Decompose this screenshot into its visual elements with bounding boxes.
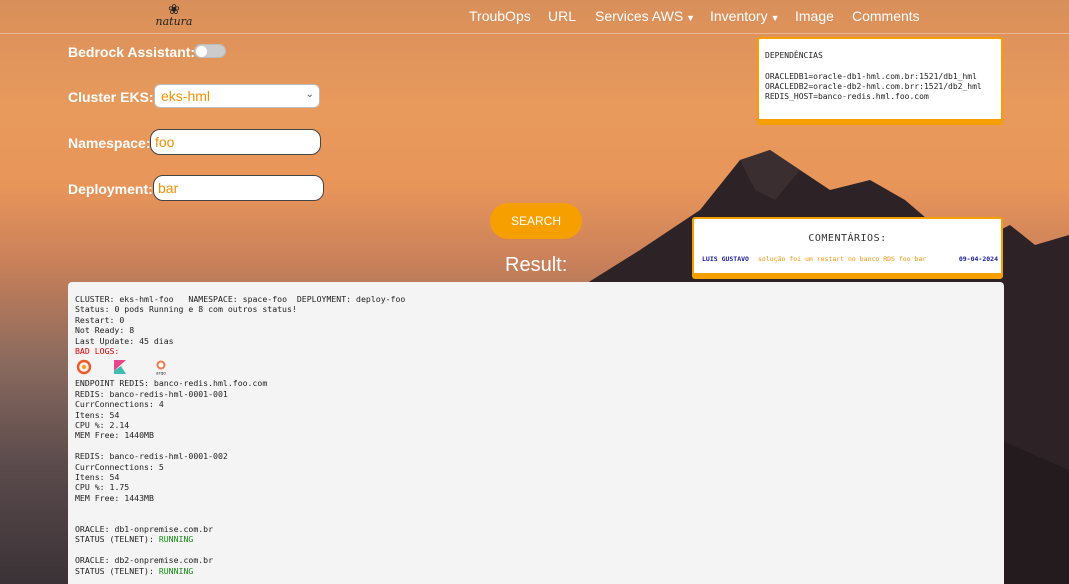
dependencies-title: DEPENDÊNCIAS — [765, 51, 823, 60]
restart-line: Restart: 0 — [75, 314, 125, 325]
svg-text:argo: argo — [156, 371, 166, 376]
chevron-down-icon: ⌄ — [305, 89, 314, 100]
last-update-line: Last Update: 45 dias — [75, 335, 174, 346]
search-button[interactable]: SEARCH — [490, 203, 582, 239]
status-line: Status: 0 pods Running e 8 com outros st… — [75, 304, 297, 315]
nav-item-url[interactable]: URL — [548, 8, 576, 24]
bedrock-label: Bedrock Assistant: — [68, 44, 196, 60]
caret-down-icon: ▼ — [686, 13, 696, 23]
redis-cpu-line: CPU %: 2.14 — [75, 420, 130, 431]
not-ready-line: Not Ready: 8 — [75, 325, 135, 336]
deployment-input[interactable]: bar — [153, 175, 324, 201]
redis-name-line: REDIS: banco-redis-hml-0001-001 — [75, 388, 228, 399]
cluster-label: Cluster EKS: — [68, 89, 154, 105]
redis-cpu-line: CPU %: 1.75 — [75, 482, 130, 493]
comments-title: COMENTÁRIOS: — [808, 233, 887, 244]
oracle-host-line: ORACLE: db2-onpremise.com.br — [75, 555, 214, 566]
redis-items-line: Itens: 54 — [75, 409, 120, 420]
navbar: ❀ natura TroubOps URL Services AWS ▼ Inve… — [0, 0, 1069, 34]
endpoint-redis-line: ENDPOINT REDIS: banco-redis.hml.foo.com — [75, 378, 268, 389]
comment-message: solução foi um restart no banco RDS foo … — [758, 255, 927, 263]
result-title: Result: — [505, 254, 568, 276]
result-panel: CLUSTER: eks-hml-foo NAMESPACE: space-fo… — [68, 282, 1004, 584]
redis-conn-line: CurrConnections: 5 — [75, 461, 164, 472]
dependency-line: REDIS_HOST=banco-redis.hml.foo.com — [765, 92, 929, 101]
comment-date: 09-04-2024 — [958, 255, 998, 263]
oracle-host-line: ORACLE: db1-onpremise.com.br — [75, 524, 214, 535]
nav-item-troubops[interactable]: TroubOps — [469, 8, 531, 24]
dependencies-panel: DEPENDÊNCIAS ORACLEDB1=oracle-db1-hml.co… — [757, 37, 1003, 125]
nav-item-comments[interactable]: Comments — [852, 8, 920, 24]
redis-mem-line: MEM Free: 1440MB — [75, 430, 154, 441]
status-running: RUNNING — [158, 534, 194, 545]
logo-mark-icon: ❀ — [168, 1, 180, 17]
dependency-line: ORACLEDB1=oracle-db1-hml.com.br:1521/db1… — [765, 72, 977, 81]
comments-panel: COMENTÁRIOS: LUIS GUSTAVO solução foi um… — [692, 217, 1003, 279]
redis-items-line: Itens: 54 — [75, 472, 120, 483]
log-tools: argo — [75, 356, 997, 378]
natura-logo[interactable]: ❀ natura — [152, 2, 196, 32]
status-running: RUNNING — [158, 565, 194, 576]
toggle-knob — [196, 46, 207, 57]
redis-conn-line: CurrConnections: 4 — [75, 399, 164, 410]
oracle-status-line: STATUS (TELNET): RUNNING — [75, 534, 194, 545]
result-header-line: CLUSTER: eks-hml-foo NAMESPACE: space-fo… — [75, 294, 406, 304]
deployment-label: Deployment: — [68, 181, 153, 197]
cluster-select[interactable]: eks-hml ⌄ — [154, 84, 320, 108]
comment-user: LUIS GUSTAVO — [702, 255, 749, 263]
dependency-line: ORACLEDB2=oracle-db2-hml.com.brr:1521/db… — [765, 82, 982, 91]
oracle-status-line: STATUS (TELNET): RUNNING — [75, 565, 194, 576]
nav-item-services-aws[interactable]: Services AWS ▼ — [595, 8, 695, 24]
argo-icon[interactable]: argo — [153, 359, 169, 375]
caret-down-icon: ▼ — [770, 13, 780, 23]
bad-logs-label: BAD LOGS: — [75, 346, 120, 357]
grafana-icon[interactable] — [76, 359, 92, 375]
namespace-label: Namespace: — [68, 135, 151, 151]
logo-wordmark: natura — [155, 15, 193, 28]
nav-item-image[interactable]: Image — [795, 8, 834, 24]
kibana-icon[interactable] — [112, 359, 128, 375]
redis-mem-line: MEM Free: 1443MB — [75, 492, 154, 503]
nav-item-inventory[interactable]: Inventory ▼ — [710, 8, 780, 24]
namespace-input[interactable]: foo — [150, 129, 321, 155]
redis-name-line: REDIS: banco-redis-hml-0001-002 — [75, 451, 228, 462]
bedrock-toggle[interactable] — [194, 44, 226, 58]
